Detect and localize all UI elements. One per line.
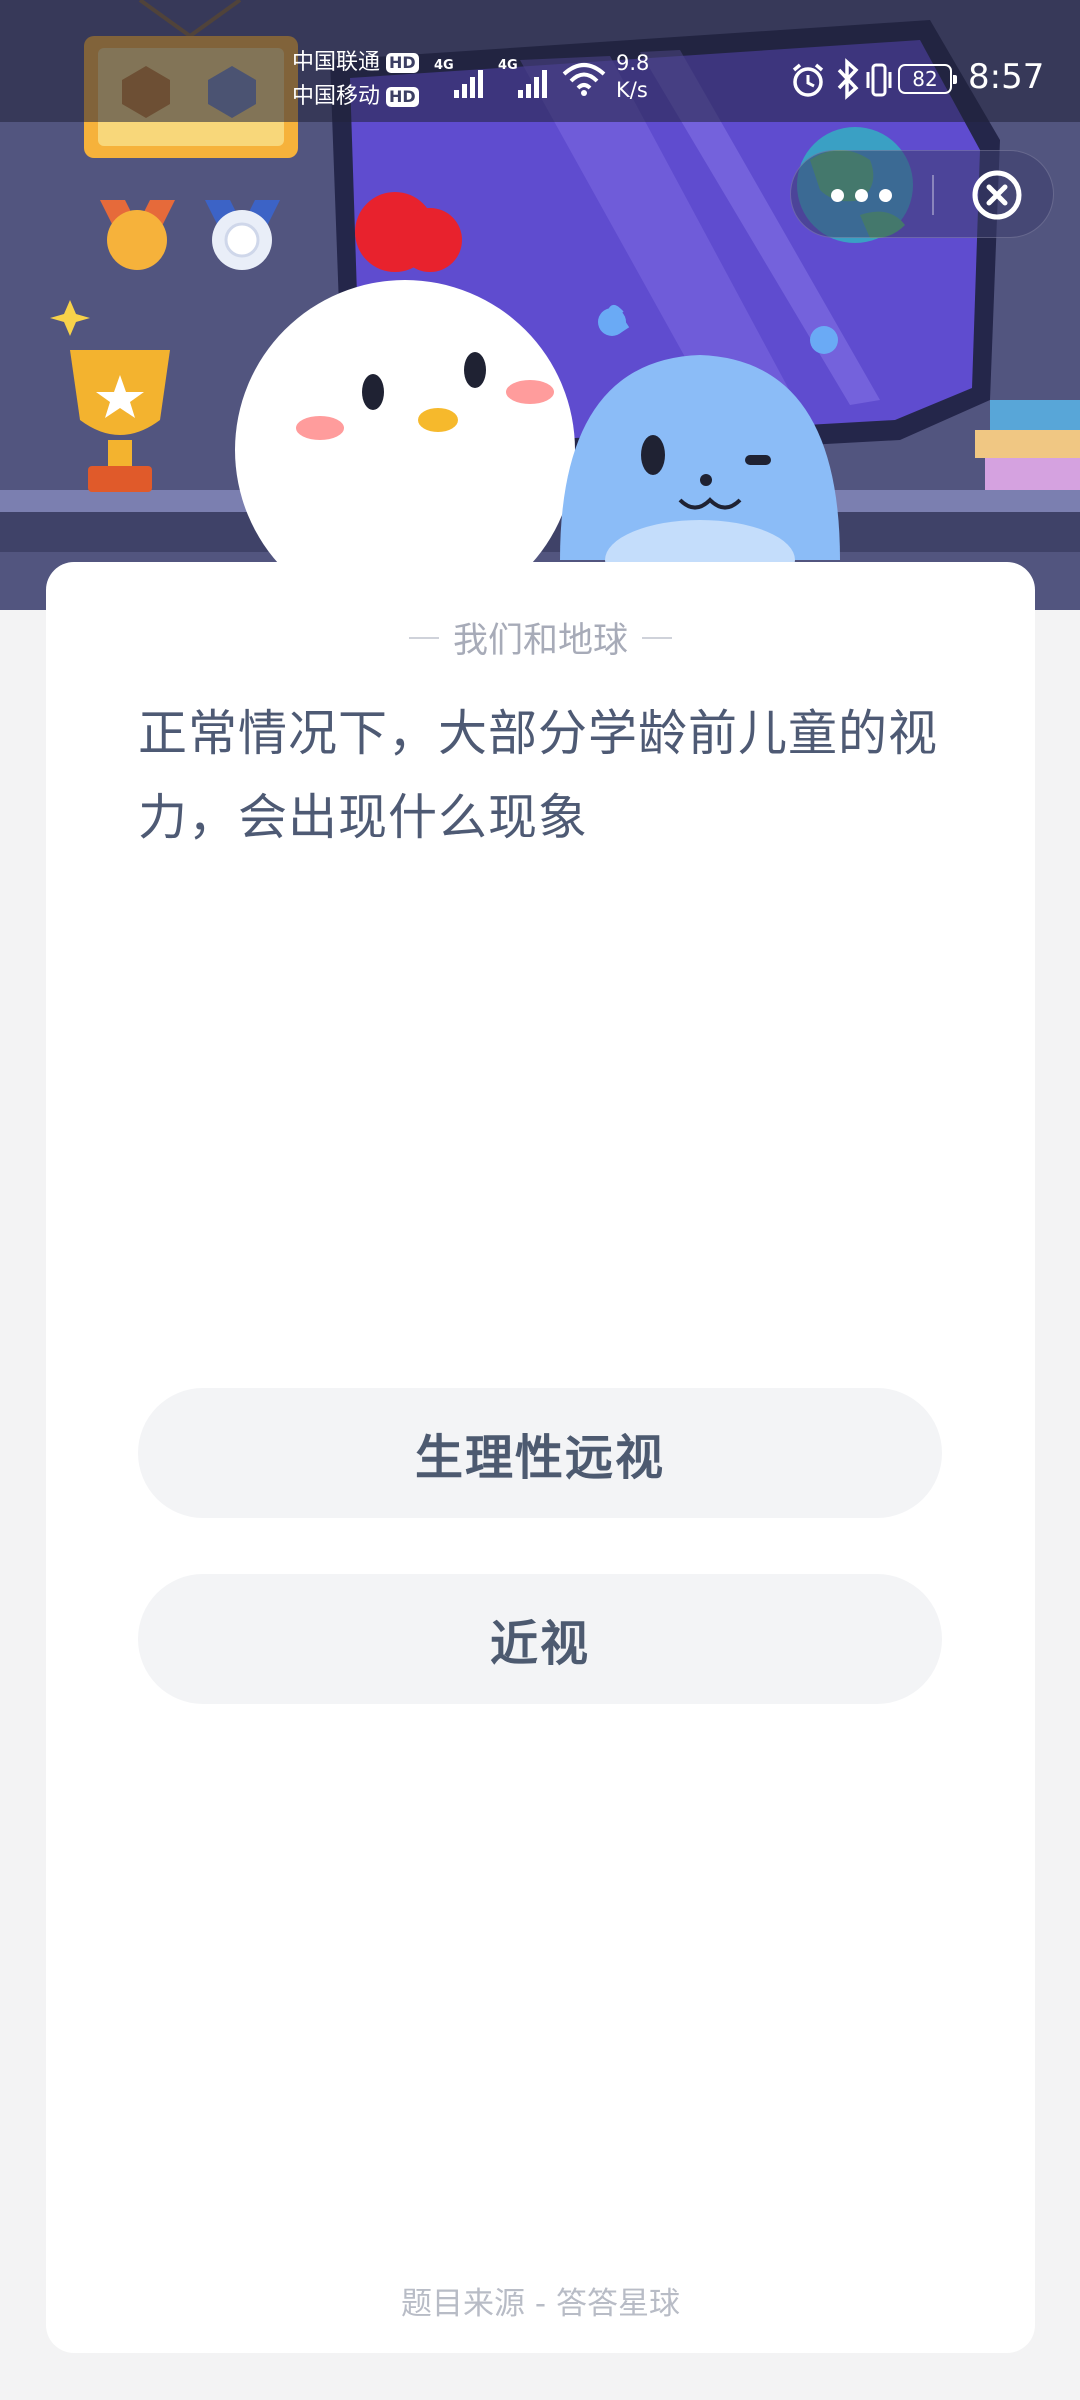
quiz-card: 我们和地球 正常情况下，大部分学龄前儿童的视力，会出现什么现象 生理性远视 近视… — [46, 562, 1035, 2353]
capsule-divider — [932, 175, 934, 215]
more-button[interactable] — [791, 151, 931, 239]
more-dots-icon — [830, 188, 844, 202]
answer-option-1[interactable]: 生理性远视 — [138, 1388, 942, 1518]
close-circle-icon — [972, 170, 1022, 220]
answer-option-2[interactable]: 近视 — [138, 1574, 942, 1704]
miniprogram-capsule — [790, 150, 1054, 238]
question-text: 正常情况下，大部分学龄前儿童的视力，会出现什么现象 — [138, 705, 939, 846]
hd-badge: HD — [386, 53, 419, 73]
carrier-1-label: 中国联通 — [292, 50, 381, 75]
network-type-label: 4G — [498, 58, 518, 73]
quiz-category: 我们和地球 — [46, 612, 1035, 663]
network-speed: 9.8 K/s — [616, 50, 649, 104]
battery-icon: 82 — [898, 64, 957, 94]
answer-option-label: 近视 — [489, 1616, 590, 1672]
clock: 8:57 — [968, 57, 1045, 97]
category-dash — [408, 636, 439, 639]
bluetooth-icon — [837, 58, 859, 100]
category-dash — [642, 636, 672, 639]
close-button[interactable] — [941, 151, 1053, 239]
answer-option-label: 生理性远视 — [414, 1430, 665, 1486]
books-icon — [975, 400, 1080, 490]
more-dots-icon — [854, 188, 868, 202]
wifi-icon — [562, 63, 606, 96]
status-bar: 中国联通 HD 中国移动 HD 4G 4G 9.8 K/s 82 8:57 — [0, 0, 1080, 122]
question-source: 题目来源 - 答答星球 — [401, 2286, 680, 2322]
network-type-label: 4G — [434, 58, 454, 73]
speed-value: 9.8 — [616, 51, 650, 75]
category-label: 我们和地球 — [452, 621, 628, 661]
carrier-info: 中国联通 HD 中国移动 HD — [292, 46, 419, 114]
speed-unit: K/s — [616, 78, 648, 102]
hd-badge: HD — [386, 87, 419, 107]
carrier-2-label: 中国移动 — [292, 84, 381, 109]
vibrate-icon — [866, 63, 892, 97]
hero-banner: 中国联通 HD 中国移动 HD 4G 4G 9.8 K/s 82 8:57 — [0, 0, 1080, 610]
alarm-icon — [792, 63, 824, 97]
more-dots-icon — [878, 188, 892, 202]
